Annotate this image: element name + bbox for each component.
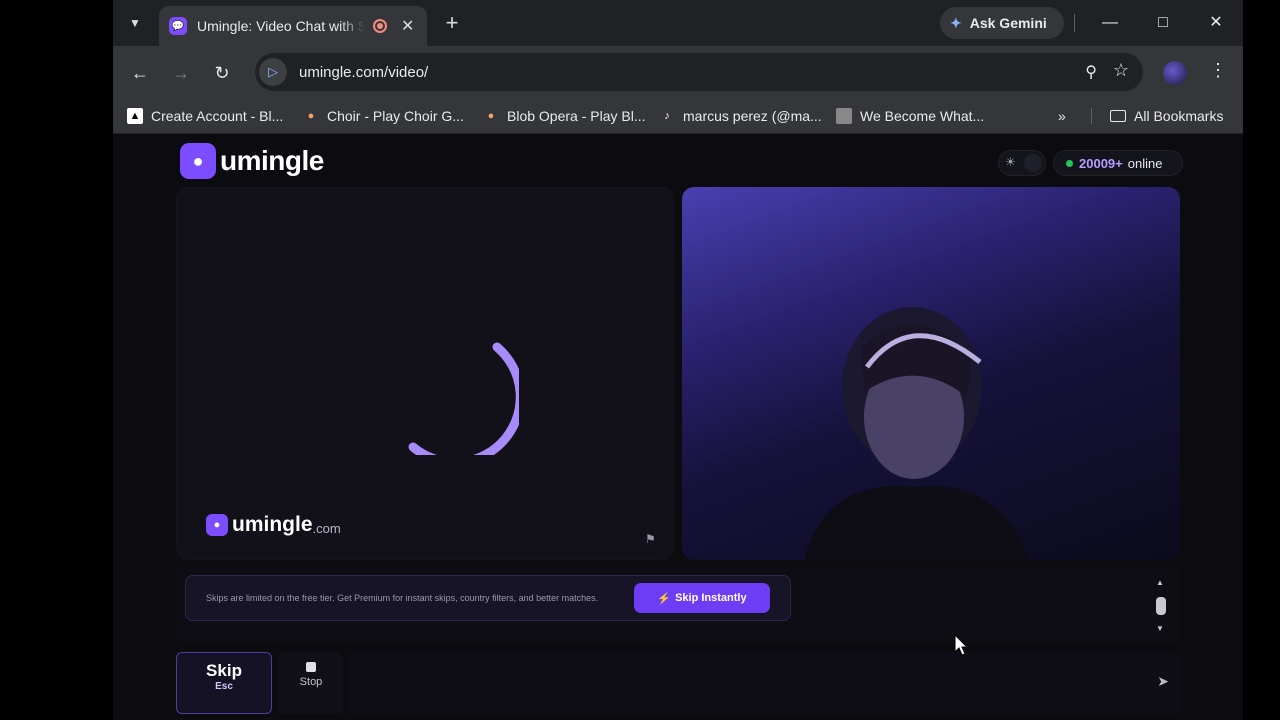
mouse-cursor-icon xyxy=(954,634,968,656)
watermark-text: umingle xyxy=(232,513,313,536)
scroll-down-icon[interactable]: ▼ xyxy=(1156,624,1164,633)
all-bookmarks-button[interactable]: All Bookmarks xyxy=(1110,106,1223,126)
divider xyxy=(1091,108,1092,124)
skip-instantly-button[interactable]: ⚡ Skip Instantly xyxy=(634,583,770,613)
loading-spinner-icon xyxy=(408,342,519,455)
tab-strip: ▼ 💬 Umingle: Video Chat with Strangers ✕… xyxy=(113,0,1243,46)
bookmarks-bar: ▲ Create Account - Bl... ● Choir - Play … xyxy=(113,98,1243,134)
maximize-button[interactable]: □ xyxy=(1150,10,1176,36)
skip-instantly-label: Skip Instantly xyxy=(675,592,747,604)
stop-button[interactable]: Stop xyxy=(279,652,343,714)
watermark-tld: .com xyxy=(312,520,341,536)
browser-toolbar: ← → ↻ ▷ umingle.com/video/ ⚲ ☆ ⋮ xyxy=(113,46,1243,98)
theme-toggle[interactable]: ☀ xyxy=(998,150,1046,176)
browser-window: ▼ 💬 Umingle: Video Chat with Strangers ✕… xyxy=(113,0,1243,720)
tab-search-chevron-icon[interactable]: ▼ xyxy=(121,9,149,37)
bookmark-label: Blob Opera - Play Bl... xyxy=(507,108,646,124)
message-box: ➤ xyxy=(349,652,1181,714)
ask-gemini-button[interactable]: ✦ Ask Gemini xyxy=(940,7,1064,39)
online-label: online xyxy=(1127,155,1163,171)
sun-icon: ☀ xyxy=(1005,155,1016,169)
bookmark-favicon-icon: ● xyxy=(307,110,315,122)
recording-icon xyxy=(373,19,387,33)
divider xyxy=(1074,14,1075,32)
notice-text: Skips are limited on the free tier. Get … xyxy=(206,593,599,603)
online-count: 20009+ xyxy=(1079,155,1123,171)
webcam-person-image xyxy=(803,307,1030,560)
skip-button[interactable]: Skip Esc xyxy=(176,652,272,714)
umingle-page: ● umingle ☀ 20009+ online ● umingle .com… xyxy=(113,134,1243,720)
address-bar[interactable]: ▷ umingle.com/video/ ⚲ ☆ xyxy=(255,53,1143,91)
bookmark-label: marcus perez (@ma... xyxy=(683,108,822,124)
back-button[interactable]: ← xyxy=(127,60,153,86)
bookmark-label: We Become What... xyxy=(860,108,985,124)
bookmark-item[interactable]: ● Choir - Play Choir G... xyxy=(303,106,464,126)
chat-bubble-icon: ● xyxy=(206,514,228,536)
chat-bubble-icon: ● xyxy=(180,143,216,179)
bookmark-item[interactable]: ♪ marcus perez (@ma... xyxy=(659,106,822,126)
new-tab-button[interactable]: + xyxy=(439,10,465,36)
bookmark-label: Create Account - Bl... xyxy=(151,108,284,124)
bookmark-item[interactable]: ▲ Create Account - Bl... xyxy=(127,106,283,126)
stop-icon xyxy=(306,662,316,672)
bookmark-star-icon[interactable]: ☆ xyxy=(1113,60,1129,81)
gemini-icon: ✦ xyxy=(950,14,962,31)
minimize-button[interactable]: — xyxy=(1097,10,1123,36)
umingle-favicon-icon: 💬 xyxy=(169,17,187,35)
bookmark-favicon-icon xyxy=(836,108,852,124)
skip-label: Skip xyxy=(206,661,242,680)
skip-shortcut-hint: Esc xyxy=(215,681,233,692)
chat-scrollbar[interactable]: ▲ ▼ xyxy=(1155,578,1167,634)
all-bookmarks-label: All Bookmarks xyxy=(1134,108,1224,124)
online-count-badge: 20009+ online xyxy=(1053,150,1183,176)
umingle-watermark: ● umingle .com xyxy=(206,513,341,537)
premium-notice: Skips are limited on the free tier. Get … xyxy=(185,575,791,621)
chat-area: Skips are limited on the free tier. Get … xyxy=(176,566,1180,644)
site-info-icon[interactable]: ▷ xyxy=(259,58,287,86)
bookmark-favicon-icon: ▲ xyxy=(127,108,143,124)
scroll-up-icon[interactable]: ▲ xyxy=(1156,578,1164,587)
more-menu-icon[interactable]: ⋮ xyxy=(1209,60,1227,81)
profile-avatar[interactable] xyxy=(1163,61,1187,85)
self-video-panel xyxy=(682,187,1180,560)
stop-label: Stop xyxy=(299,676,323,688)
ask-gemini-label: Ask Gemini xyxy=(969,15,1047,31)
toggle-knob xyxy=(1024,154,1042,172)
close-tab-icon[interactable]: ✕ xyxy=(401,16,414,36)
stranger-video-panel: ● umingle .com ⚑ xyxy=(176,187,674,560)
message-input[interactable] xyxy=(349,652,1129,714)
forward-button[interactable]: → xyxy=(168,60,194,86)
zoom-icon[interactable]: ⚲ xyxy=(1085,62,1097,82)
send-icon[interactable]: ➤ xyxy=(1157,673,1169,690)
reload-button[interactable]: ↻ xyxy=(209,60,235,86)
bookmark-label: Choir - Play Choir G... xyxy=(327,108,464,124)
online-dot xyxy=(1066,159,1073,167)
bolt-icon: ⚡ xyxy=(657,592,672,605)
logo-text: umingle xyxy=(220,145,324,176)
more-bookmarks-chevron-icon[interactable]: » xyxy=(1058,106,1066,126)
folder-icon xyxy=(1110,110,1126,122)
tab-title: Umingle: Video Chat with Strangers xyxy=(197,18,365,34)
report-flag-icon[interactable]: ⚑ xyxy=(645,532,656,546)
scroll-thumb[interactable] xyxy=(1156,597,1166,615)
url-text[interactable]: umingle.com/video/ xyxy=(299,64,428,81)
close-window-button[interactable]: ✕ xyxy=(1203,10,1229,36)
tab-umingle[interactable]: 💬 Umingle: Video Chat with Strangers ✕ xyxy=(159,6,427,46)
bookmark-item[interactable]: ● Blob Opera - Play Bl... xyxy=(483,106,646,126)
bookmark-favicon-icon: ● xyxy=(487,110,495,122)
bookmark-item[interactable]: We Become What... xyxy=(836,106,984,126)
site-logo[interactable]: ● umingle xyxy=(180,143,324,179)
tiktok-icon: ♪ xyxy=(664,110,670,122)
